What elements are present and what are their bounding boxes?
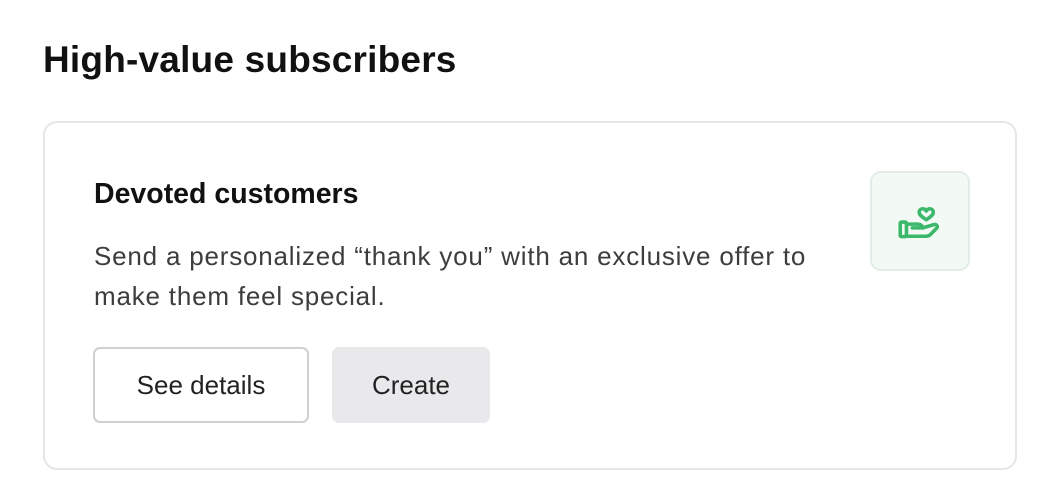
see-details-button[interactable]: See details: [93, 347, 309, 423]
card-description: Send a personalized “thank you” with an …: [94, 241, 807, 311]
icon-tile: [870, 171, 970, 271]
section-title: High-value subscribers: [43, 39, 457, 80]
create-button[interactable]: Create: [332, 347, 490, 423]
card-title: Devoted customers: [94, 178, 359, 210]
hand-heart-icon: [895, 196, 945, 246]
devoted-customers-card: Devoted customers Send a personalized “t…: [43, 121, 1017, 470]
